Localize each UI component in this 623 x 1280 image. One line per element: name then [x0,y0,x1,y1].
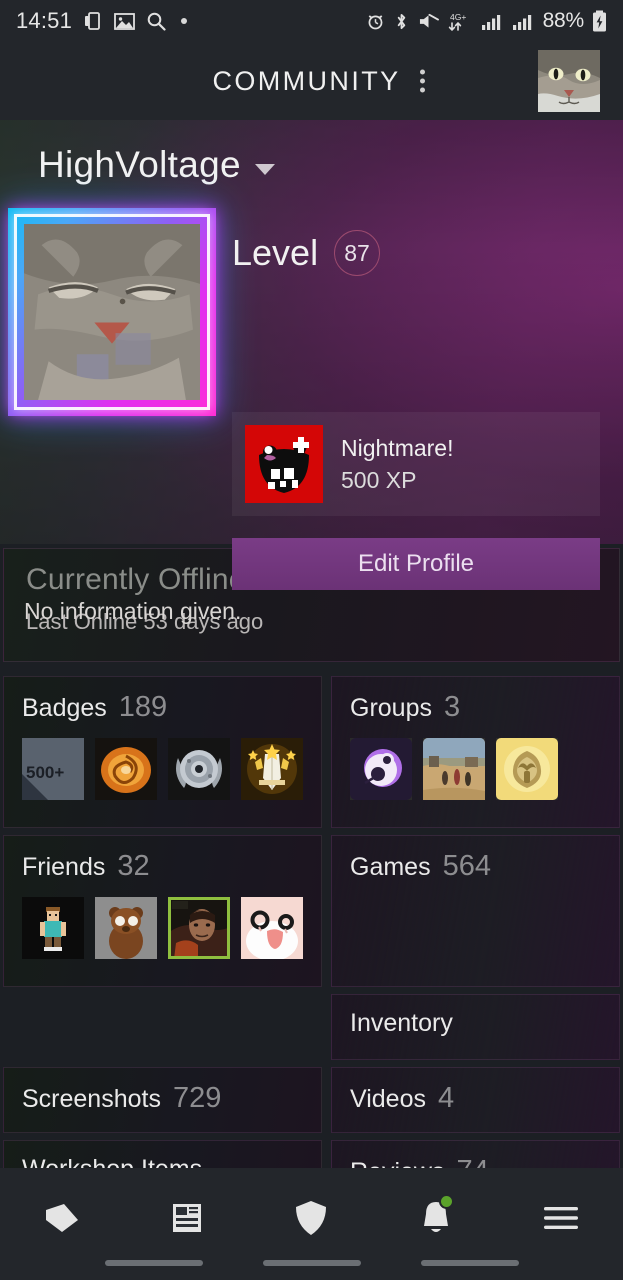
badge-500plus-icon[interactable]: 500+ [22,738,84,800]
store-tag-icon [46,1204,79,1232]
card-header: Videos 4 [350,1082,601,1115]
group-thumbs [350,738,601,800]
card-count: 3 [443,691,461,723]
friend-dark-portrait-online-icon[interactable] [168,897,230,959]
profile-avatar[interactable] [8,208,216,416]
profile-avatar-image [24,224,200,400]
gesture-pill [104,1260,203,1266]
news-article-icon [172,1204,201,1232]
dot-indicator-icon [181,18,188,24]
card-header: Groups 3 [350,691,601,724]
level-value-badge: 87 [334,230,381,276]
group-western-scene-icon[interactable] [423,738,485,800]
badge-gold-trophy-icon[interactable] [241,738,303,800]
card-count: 189 [118,691,168,723]
status-bar-clock: 14:51 [16,8,73,33]
search-icon [146,11,166,31]
gesture-bar [0,1260,623,1266]
card-count: 32 [117,850,150,882]
nav-store[interactable] [0,1190,125,1246]
section-card-inventory[interactable]: Inventory [331,994,620,1060]
card-header: Inventory [350,1009,601,1038]
card-label: Groups [350,694,432,722]
mute-icon [418,12,439,31]
user-avatar-cat-icon [538,50,600,112]
nav-menu[interactable] [498,1190,623,1246]
svg-text:500+: 500+ [26,763,64,782]
section-card-friends[interactable]: Friends 32 [3,835,322,987]
battery-percentage: 88% [542,9,585,32]
badge-silver-medal-icon[interactable] [168,738,230,800]
persona-dropdown[interactable]: HighVoltage [38,144,275,186]
avatar[interactable] [538,50,600,112]
signal-2-icon [512,12,535,31]
card-header: Friends 32 [22,850,303,883]
page-title: COMMUNITY [212,65,401,96]
status-bar: 14:51 4G+ 88% [0,0,623,42]
section-card-screenshots[interactable]: Screenshots 729 [3,1067,322,1133]
status-bar-left: 14:51 [16,8,188,34]
card-label: Badges [22,694,107,722]
badge-orange-swirl-icon[interactable] [95,738,157,800]
profile-summary: No information given. [24,598,242,624]
persona-name: HighVoltage [38,144,241,185]
app-bar: COMMUNITY [0,42,623,120]
shield-guard-icon [296,1201,327,1235]
card-header: Games 564 [350,850,601,883]
chevron-down-icon [254,163,275,175]
device-icon [83,11,103,31]
card-header: Screenshots 729 [22,1082,303,1115]
nightmare-badge-icon [245,425,323,503]
nav-community[interactable] [249,1190,374,1246]
card-count: 564 [442,850,491,882]
section-card-videos[interactable]: Videos 4 [331,1067,620,1133]
featured-badge[interactable]: Nightmare! 500 XP [232,412,600,516]
card-count: 4 [438,1082,455,1114]
card-count: 729 [172,1082,222,1114]
level-row[interactable]: Level 87 [232,230,381,276]
group-steam-logo-icon[interactable] [350,738,412,800]
featured-badge-xp: 500 XP [341,466,417,493]
featured-badge-text: Nightmare! 500 XP [341,435,453,494]
gesture-pill [420,1260,519,1266]
level-label: Level [232,232,319,273]
profile-avatar-cat-icon [24,224,200,400]
phone-screen: 14:51 4G+ 88% COMMUNITY HighVoltage Leve… [0,0,623,1280]
bluetooth-icon [393,12,410,31]
battery-charging-icon [592,10,607,32]
section-card-games[interactable]: Games 564 [331,835,620,987]
gesture-pill [262,1260,361,1266]
friend-brown-bear-icon[interactable] [95,897,157,959]
hamburger-menu-icon [543,1207,578,1229]
badge-thumbs: 500+ [22,738,303,800]
network-4g-plus-icon: 4G+ [447,11,473,32]
alarm-icon [366,12,385,31]
featured-badge-title: Nightmare! [341,434,454,461]
section-card-groups[interactable]: Groups 3 [331,676,620,828]
kebab-menu-icon[interactable] [414,64,431,99]
profile-hero: HighVoltage Level 87 Nightmare! 500 XP E… [0,120,623,624]
notification-badge-dot [439,1194,455,1209]
friend-pixel-boy-icon[interactable] [22,897,84,959]
card-header: Badges 189 [22,691,303,724]
signal-1-icon [481,12,504,31]
image-icon [114,12,135,31]
card-label: Inventory [350,1009,453,1037]
status-bar-right: 4G+ 88% [366,9,607,33]
friend-white-blob-icon[interactable] [241,897,303,959]
card-label: Screenshots [22,1085,161,1113]
card-label: Friends [22,853,106,881]
group-gold-emblem-icon[interactable] [496,738,558,800]
card-label: Videos [350,1085,426,1113]
nav-notifications[interactable] [374,1190,499,1246]
bottom-navigation [0,1168,623,1280]
friend-thumbs [22,897,303,959]
svg-text:4G+: 4G+ [450,12,466,22]
section-card-badges[interactable]: Badges 189 500+ [3,676,322,828]
edit-profile-button[interactable]: Edit Profile [232,538,600,590]
card-label: Games [350,853,431,881]
nav-news[interactable] [125,1190,250,1246]
